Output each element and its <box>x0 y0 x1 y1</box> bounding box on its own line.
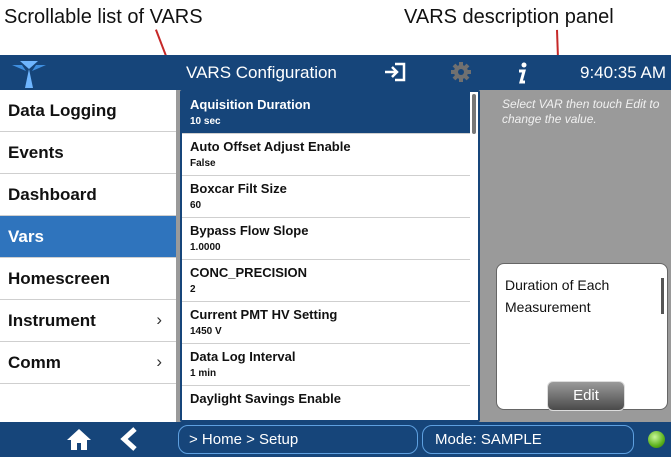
var-value: False <box>190 158 216 169</box>
var-name: Bypass Flow Slope <box>190 223 309 238</box>
var-list-item[interactable]: Daylight Savings Enable <box>182 386 470 420</box>
list-scrollbar[interactable] <box>472 94 476 134</box>
status-led-icon <box>648 431 665 448</box>
sidebar-item-label: Vars <box>8 227 44 246</box>
back-icon[interactable] <box>120 427 138 451</box>
breadcrumb: > Home > Setup <box>178 425 418 454</box>
sidebar-item-vars[interactable]: Vars <box>0 216 176 258</box>
var-value: 1450 V <box>190 326 222 337</box>
sidebar-menu: Data Logging Events Dashboard Vars Homes… <box>0 90 176 425</box>
sidebar-item-instrument[interactable]: Instrument › <box>0 300 176 342</box>
var-name: Data Log Interval <box>190 349 296 364</box>
var-list-item[interactable]: Bypass Flow Slope 1.0000 <box>182 218 470 260</box>
top-bar: VARS Configuration 9:40:35 AM <box>0 55 671 90</box>
screen-title: VARS Configuration <box>186 63 337 82</box>
var-name: Current PMT HV Setting <box>190 307 338 322</box>
sidebar-item-label: Comm <box>8 353 61 372</box>
var-value: 2 <box>190 284 196 295</box>
sidebar-item-data-logging[interactable]: Data Logging <box>0 90 176 132</box>
mode-indicator: Mode: SAMPLE <box>422 425 634 454</box>
company-logo <box>12 61 46 88</box>
sidebar-item-label: Instrument <box>8 311 96 330</box>
callout-list-label: Scrollable list of VARS <box>4 6 203 28</box>
var-name: Boxcar Filt Size <box>190 181 287 196</box>
vars-list[interactable]: Aquisition Duration 10 sec Auto Offset Ad… <box>180 90 480 422</box>
var-description-text: Duration of Each Measurement <box>505 277 610 315</box>
chevron-right-icon: › <box>156 352 162 371</box>
var-list-item[interactable]: Current PMT HV Setting 1450 V <box>182 302 470 344</box>
var-name: CONC_PRECISION <box>190 265 308 280</box>
var-list-item[interactable]: Auto Offset Adjust Enable False <box>182 134 470 176</box>
description-scrollbar[interactable] <box>661 278 664 314</box>
var-value: 1.0000 <box>190 242 221 253</box>
chevron-right-icon: › <box>156 310 162 329</box>
var-name: Daylight Savings Enable <box>190 391 341 406</box>
var-name: Auto Offset Adjust Enable <box>190 139 351 154</box>
sidebar-item-label: Events <box>8 143 64 162</box>
logout-icon[interactable] <box>383 61 407 83</box>
var-list-item[interactable]: Aquisition Duration 10 sec <box>182 92 470 134</box>
var-value: 1 min <box>190 368 217 379</box>
edit-button[interactable]: Edit <box>547 381 625 411</box>
sidebar-item-label: Homescreen <box>8 269 111 288</box>
var-name: Aquisition Duration <box>190 97 311 112</box>
sidebar-item-comm[interactable]: Comm › <box>0 342 176 384</box>
var-list-item[interactable]: Boxcar Filt Size 60 <box>182 176 470 218</box>
bottom-bar: > Home > Setup Mode: SAMPLE <box>0 422 671 457</box>
info-icon[interactable] <box>514 61 530 85</box>
gear-icon[interactable] <box>450 61 472 83</box>
var-list-item[interactable]: CONC_PRECISION 2 <box>182 260 470 302</box>
sidebar-item-label: Dashboard <box>8 185 97 204</box>
var-value: 10 sec <box>190 116 221 127</box>
var-list-item[interactable]: Data Log Interval 1 min <box>182 344 470 386</box>
sidebar-item-homescreen[interactable]: Homescreen <box>0 258 176 300</box>
callout-description-label: VARS description panel <box>404 6 614 28</box>
clock-time: 9:40:35 AM <box>580 63 667 82</box>
var-value: 60 <box>190 200 202 211</box>
home-icon[interactable] <box>66 427 92 451</box>
sidebar-item-dashboard[interactable]: Dashboard <box>0 174 176 216</box>
instruction-hint: Select VAR then touch Edit to change the… <box>502 97 660 126</box>
sidebar-item-label: Data Logging <box>8 101 117 120</box>
sidebar-item-events[interactable]: Events <box>0 132 176 174</box>
